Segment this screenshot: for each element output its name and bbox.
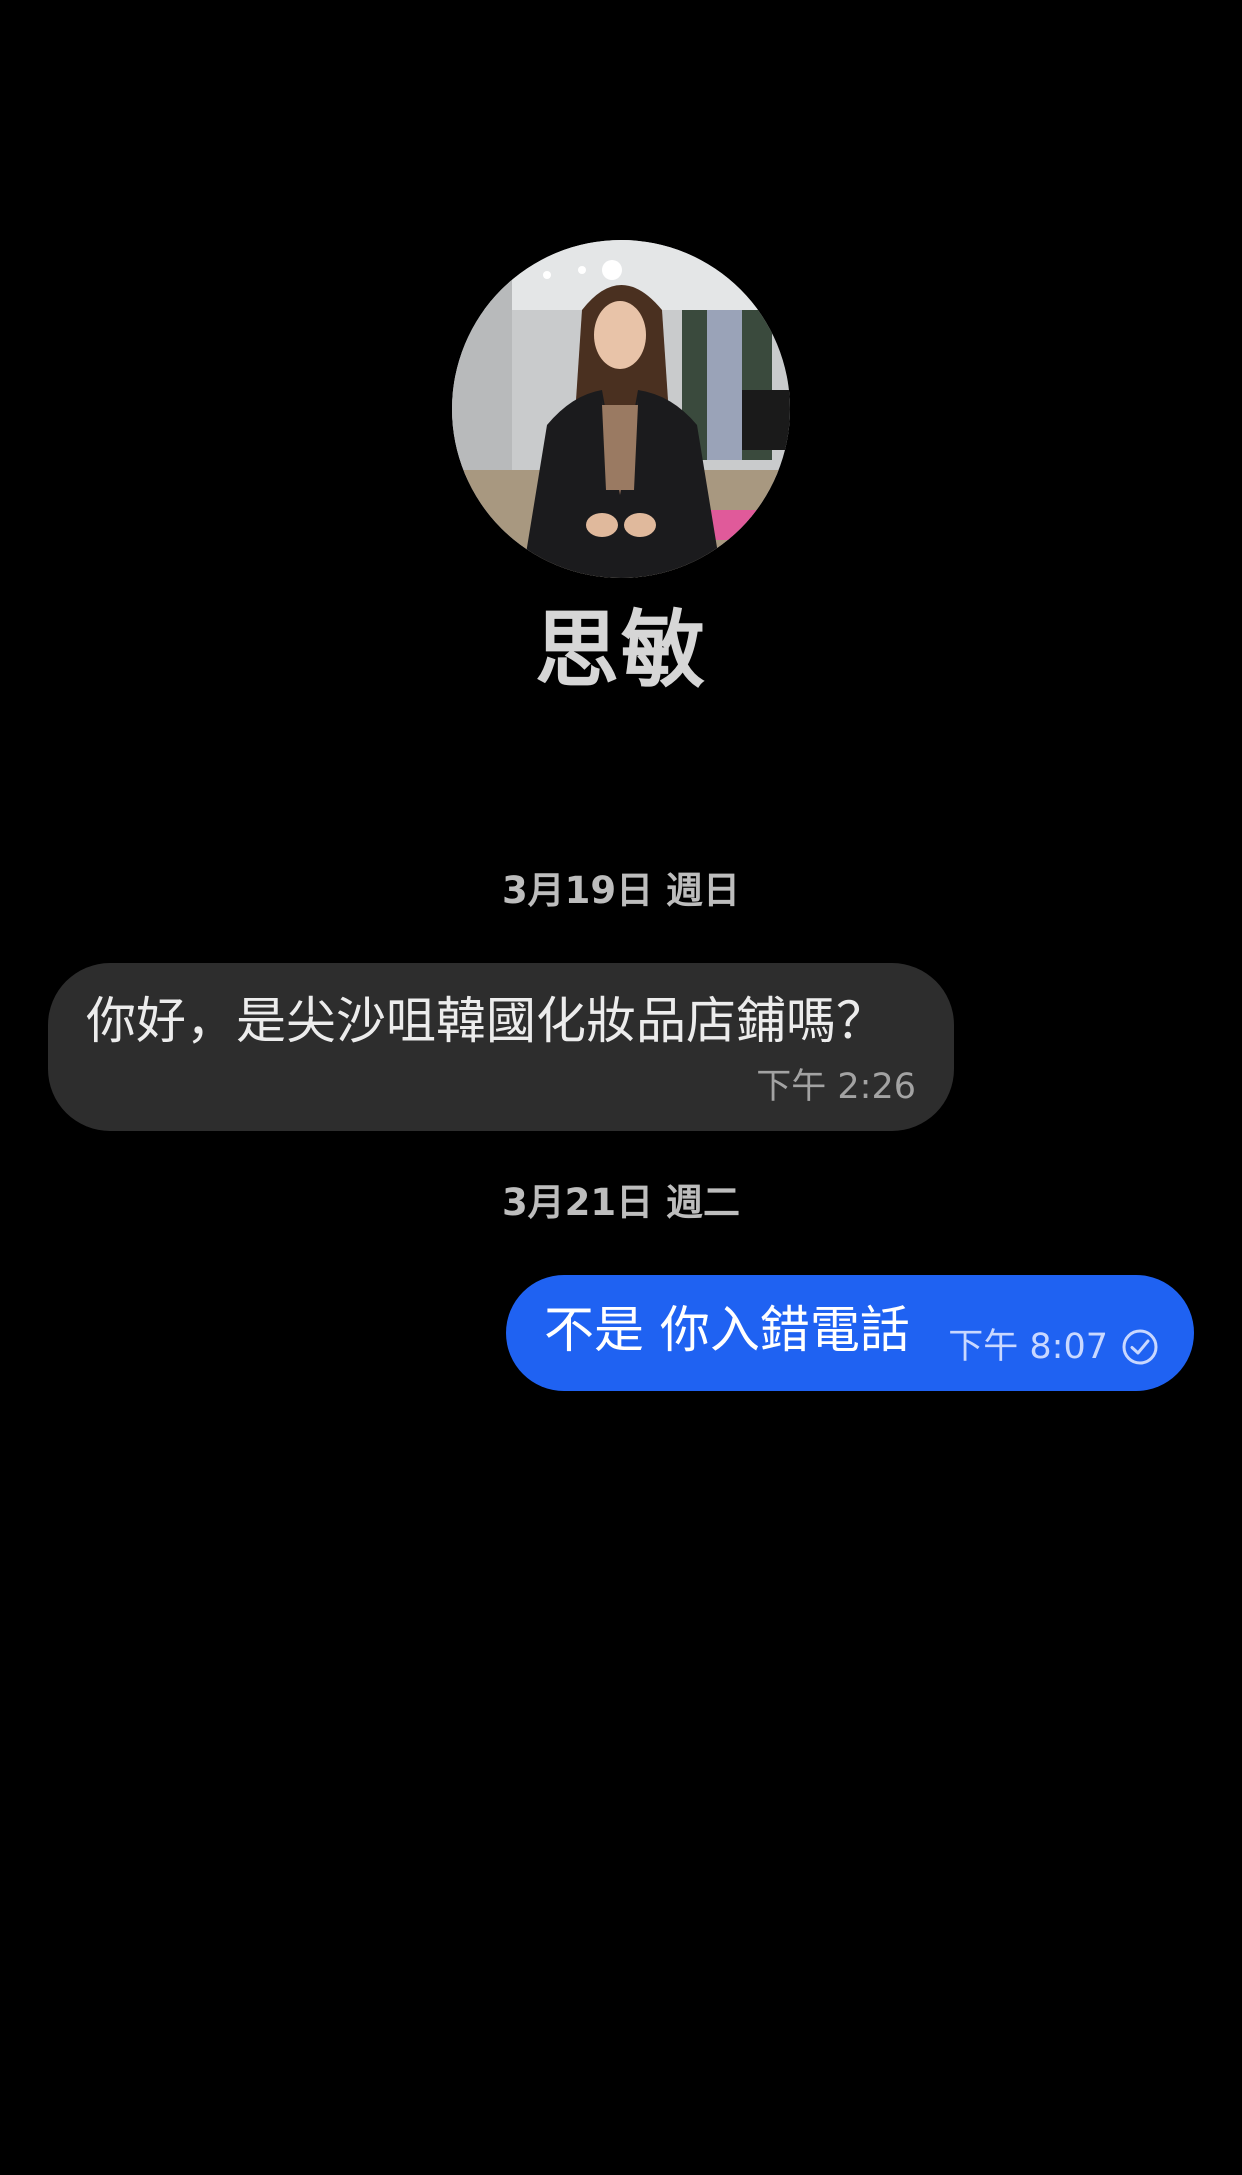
message-meta: 下午 8:07: [948, 1325, 1160, 1369]
contact-name: 思敏: [534, 601, 707, 699]
contact-avatar[interactable]: [452, 240, 790, 578]
date-separator: 3月21日 週二: [501, 1181, 741, 1224]
message-text: 不是 你入錯電話: [544, 1301, 910, 1359]
date-separator: 3月19日 週日: [501, 869, 741, 912]
avatar-photo: [452, 240, 790, 578]
outgoing-message-bubble[interactable]: 不是 你入錯電話 下午 8:07: [506, 1275, 1194, 1391]
message-time: 下午 8:07: [948, 1327, 1108, 1367]
check-circle-icon: [1122, 1329, 1158, 1365]
message-time: 下午 2:26: [756, 1067, 916, 1107]
incoming-message-bubble[interactable]: 你好，是尖沙咀韓國化妝品店鋪嗎？ 下午 2:26: [48, 963, 954, 1131]
message-text: 你好，是尖沙咀韓國化妝品店鋪嗎？: [86, 992, 886, 1050]
